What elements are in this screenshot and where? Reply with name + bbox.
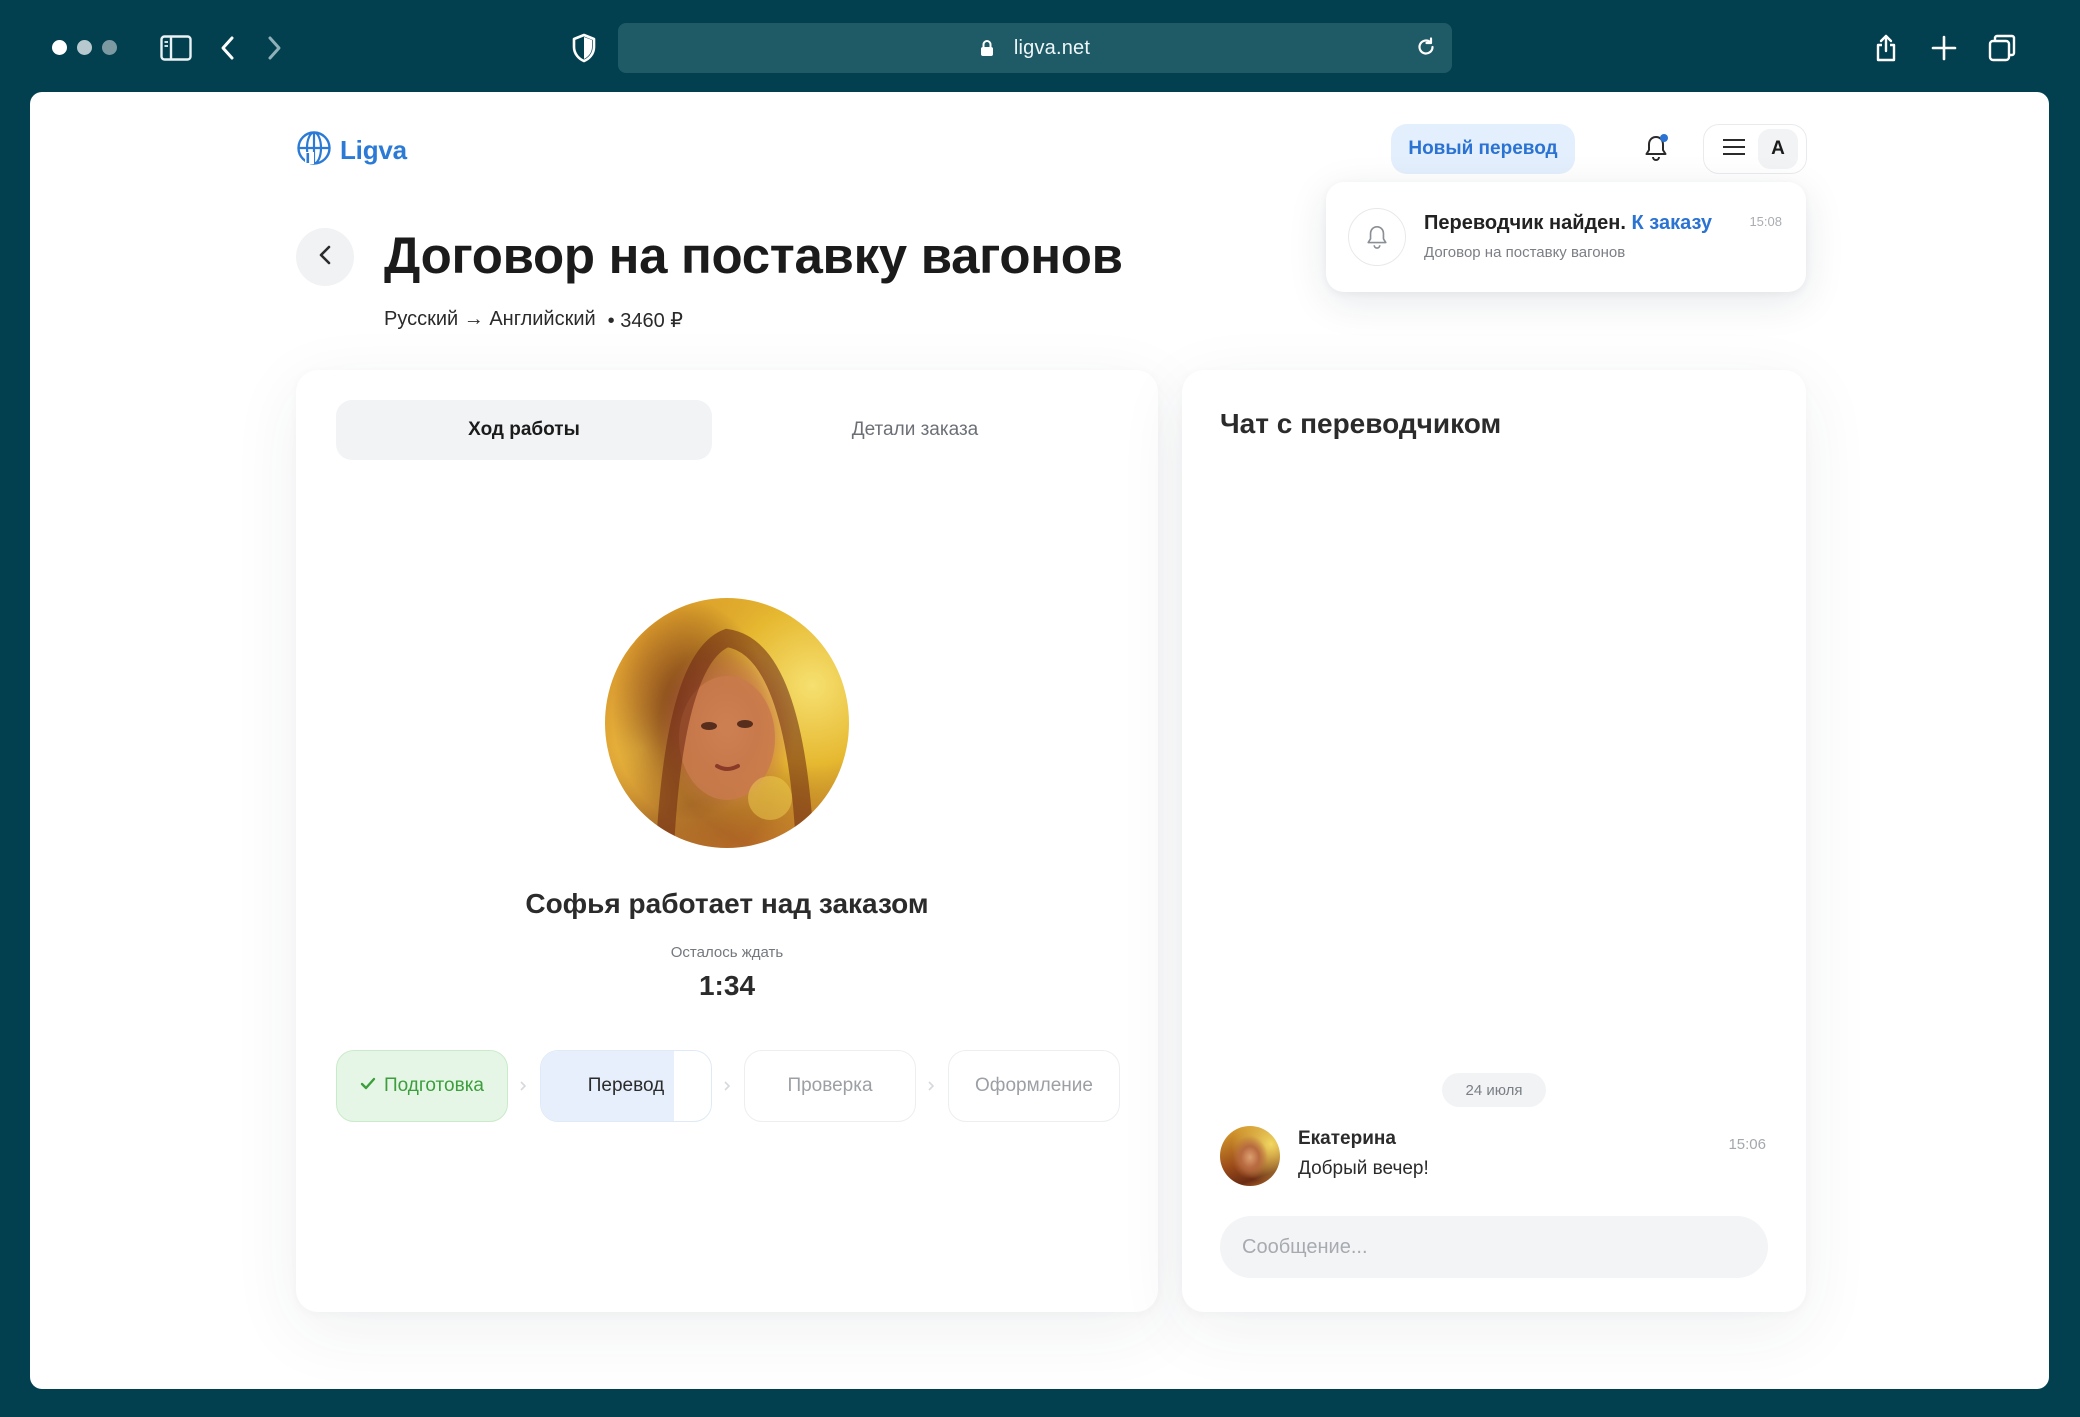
message-input[interactable] <box>1220 1216 1768 1278</box>
site-header: Ligva Новый перевод A <box>296 124 1840 176</box>
notification-toast[interactable]: Переводчик найден. К заказу Договор на п… <box>1326 182 1806 292</box>
chat-title: Чат с переводчиком <box>1220 408 1502 439</box>
chat-card: Чат с переводчиком 24 июля Екатерина Доб… <box>1182 370 1806 1312</box>
page-window: Ligva Новый перевод A Переводчик найден.… <box>30 92 2049 1389</box>
step-arrow-icon <box>925 1080 937 1092</box>
back-nav-icon[interactable] <box>210 30 246 66</box>
close-window-dot[interactable] <box>52 40 67 55</box>
step-formatting: Оформление <box>948 1050 1120 1122</box>
message-author: Екатерина <box>1298 1128 1396 1149</box>
tab-order-details[interactable]: Детали заказа <box>712 400 1118 460</box>
page-title: Договор на поставку вагонов <box>384 227 1123 284</box>
wait-label: Осталось ждать <box>670 944 784 961</box>
tab-overview-icon[interactable] <box>1984 30 2020 66</box>
address-bar[interactable]: ligva.net <box>618 23 1452 73</box>
sidebar-toggle-icon[interactable] <box>158 30 194 66</box>
order-meta: Русский → Английский • 3460 ₽ <box>384 308 683 333</box>
unread-dot <box>1660 134 1668 142</box>
maximize-window-dot[interactable] <box>102 40 117 55</box>
checkmark-icon <box>360 1075 376 1097</box>
message-text: Добрый вечер! <box>1298 1158 1429 1179</box>
notification-title-text: Переводчик найден. <box>1424 212 1626 234</box>
step-preparation: Подготовка <box>336 1050 508 1122</box>
logo[interactable]: Ligva <box>296 130 407 171</box>
language-pair: Русский → Английский <box>384 308 596 330</box>
message-time: 15:06 <box>1728 1136 1766 1153</box>
progress-card: Ход работы Детали заказа Софья работает … <box>296 370 1158 1312</box>
go-to-order-link[interactable]: К заказу <box>1632 212 1713 234</box>
step-review: Проверка <box>744 1050 916 1122</box>
share-icon[interactable] <box>1868 30 1904 66</box>
message-author-avatar <box>1220 1126 1280 1186</box>
tab-progress[interactable]: Ход работы <box>336 400 712 460</box>
step-label: Подготовка <box>383 1075 484 1096</box>
window-controls[interactable] <box>52 40 117 55</box>
lock-icon <box>980 39 994 57</box>
logo-text: Ligva <box>340 135 407 165</box>
avatar[interactable]: A <box>1758 129 1798 169</box>
step-arrow-icon <box>517 1080 529 1092</box>
hamburger-menu-icon[interactable] <box>1722 138 1746 161</box>
chat-date-separator: 24 июля <box>1442 1073 1546 1107</box>
privacy-shield-icon[interactable] <box>566 30 602 66</box>
back-button[interactable] <box>296 228 354 286</box>
globe-logo-icon <box>296 130 332 171</box>
notification-title: Переводчик найден. К заказу <box>1424 212 1712 235</box>
translator-status: Софья работает над заказом <box>525 888 929 919</box>
step-label: Проверка <box>787 1075 873 1096</box>
new-tab-icon[interactable] <box>1926 30 1962 66</box>
browser-chrome: ligva.net <box>0 0 2080 92</box>
progress-steps: Подготовка Перевод Проверка Оформление <box>336 1050 1122 1122</box>
user-menu[interactable]: A <box>1703 124 1807 174</box>
wait-timer: 1:34 <box>698 970 756 1001</box>
order-price: • 3460 ₽ <box>607 310 684 332</box>
step-label: Перевод <box>587 1075 665 1096</box>
step-label: Оформление <box>975 1075 1093 1096</box>
notification-subtitle: Договор на поставку вагонов <box>1424 244 1626 261</box>
step-translation: Перевод <box>540 1050 712 1122</box>
translator-photo <box>605 598 849 848</box>
forward-nav-icon[interactable] <box>256 30 292 66</box>
bell-icon <box>1348 208 1406 266</box>
new-translation-button[interactable]: Новый перевод <box>1391 124 1575 174</box>
step-arrow-icon <box>721 1080 733 1092</box>
minimize-window-dot[interactable] <box>77 40 92 55</box>
reload-icon[interactable] <box>1414 35 1438 59</box>
chevron-left-icon <box>318 244 332 271</box>
notifications-button[interactable] <box>1636 130 1676 170</box>
notification-time: 15:08 <box>1749 214 1782 229</box>
url-text: ligva.net <box>1013 36 1091 59</box>
order-tabs: Ход работы Детали заказа <box>336 400 1118 460</box>
